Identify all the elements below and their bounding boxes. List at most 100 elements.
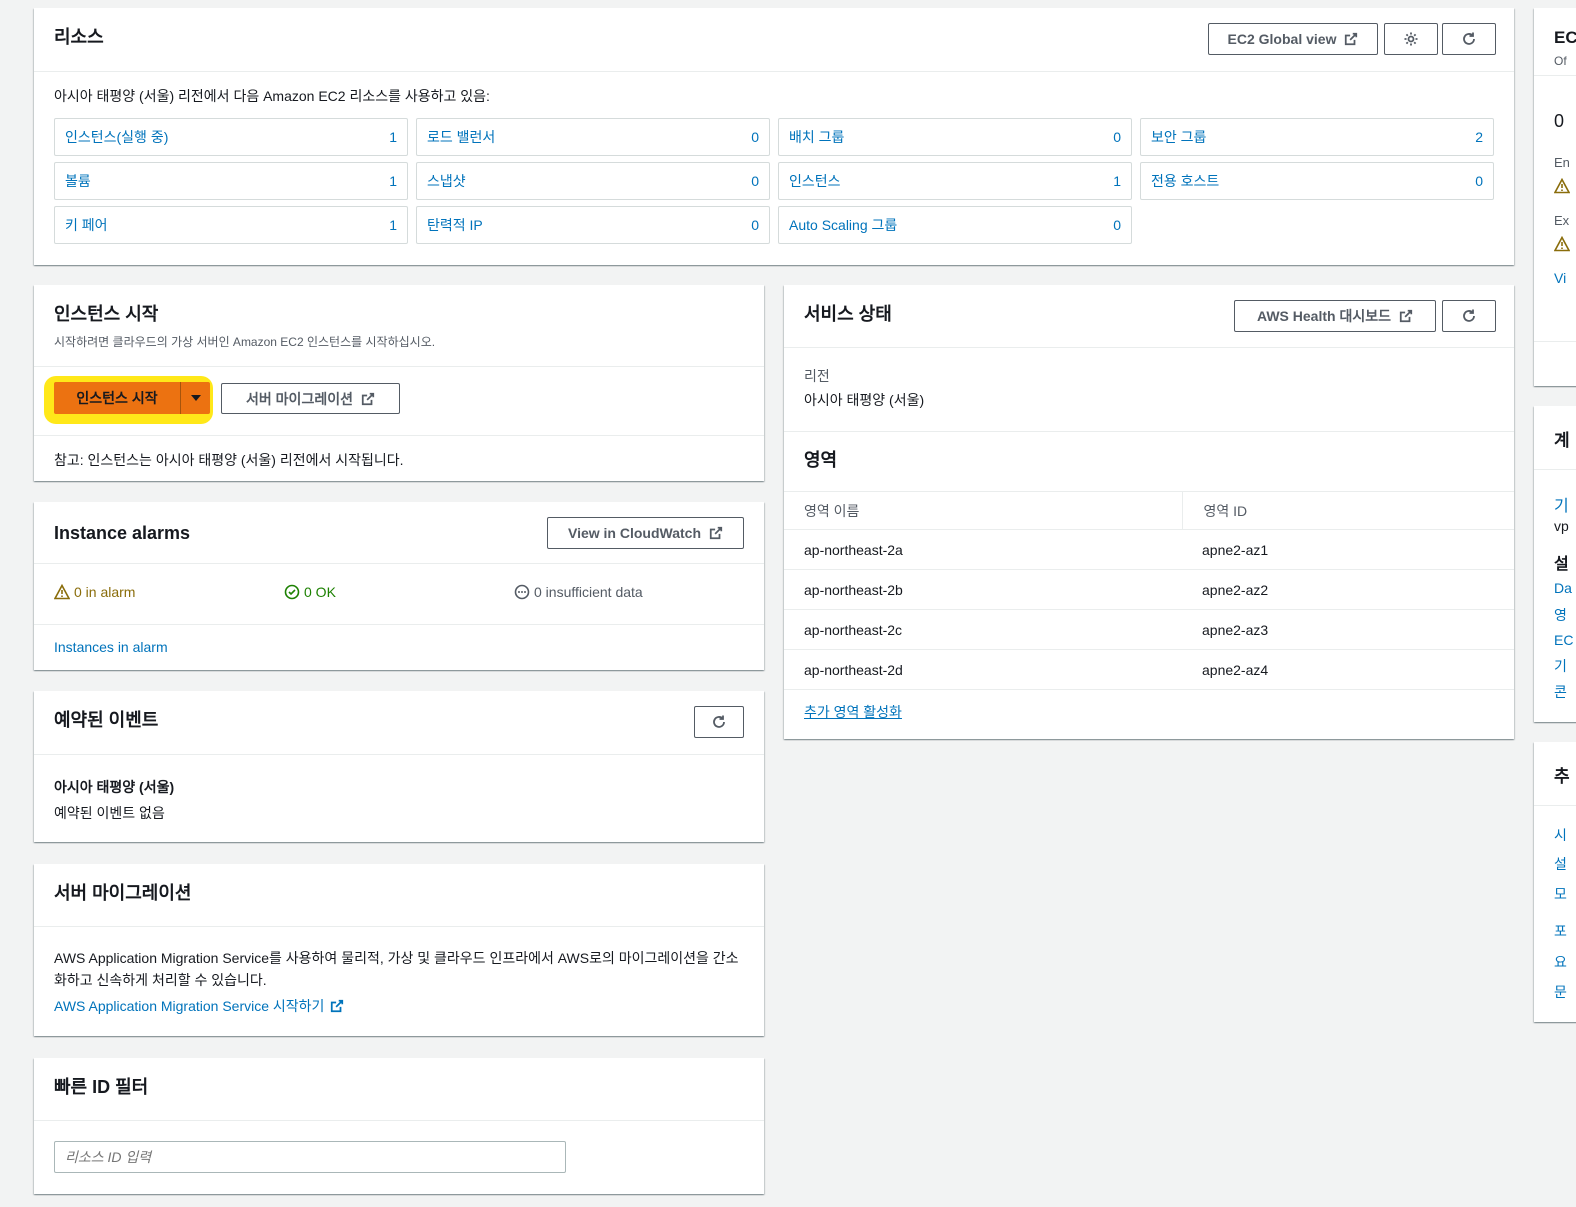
resource-tile-count[interactable]: 1 <box>389 217 397 233</box>
enable-additional-zones-link[interactable]: 추가 영역 활성화 <box>804 704 902 720</box>
health-refresh-button[interactable] <box>1442 300 1496 332</box>
migration-title: 서버 마이그레이션 <box>54 883 192 903</box>
events-region: 아시아 태평양 (서울) <box>54 779 175 795</box>
zone-row: ap-northeast-2a apne2-az1 <box>784 529 1514 570</box>
resource-tile-count[interactable]: 2 <box>1475 129 1483 145</box>
resource-tile[interactable]: 전용 호스트 0 <box>1140 162 1494 200</box>
alarm-in-alarm[interactable]: 0 in alarm <box>54 584 135 600</box>
side-yeong-link[interactable]: 영 <box>1554 605 1567 625</box>
side-vp: vp <box>1554 518 1569 534</box>
resource-tile[interactable]: Auto Scaling 그룹 0 <box>778 206 1132 244</box>
resource-tile-count[interactable]: 0 <box>1113 217 1121 233</box>
service-health-panel: 서비스 상태 AWS Health 대시보드 리전 아시아 태평양 (서울) 영… <box>784 285 1514 739</box>
migration-link-row: AWS Application Migration Service 시작하기 <box>54 996 344 1016</box>
zones-header-row: 영역 이름 영역 ID <box>784 491 1514 530</box>
resource-tile-label[interactable]: 인스턴스 <box>789 171 841 191</box>
health-title: 서비스 상태 <box>804 304 892 324</box>
resource-tile-label[interactable]: 전용 호스트 <box>1151 171 1219 191</box>
resource-tile-count[interactable]: 0 <box>751 173 759 189</box>
launch-note-text: 참고: 인스턴스는 아시아 태평양 (서울) 리전에서 시작됩니다. <box>54 452 404 468</box>
events-title: 예약된 이벤트 <box>54 710 159 730</box>
zone-id-header[interactable]: 영역 ID <box>1181 491 1514 530</box>
instances-in-alarm-link[interactable]: Instances in alarm <box>54 639 168 655</box>
resource-tile-label[interactable]: 보안 그룹 <box>1151 127 1206 147</box>
side-yo-link[interactable]: 요 <box>1554 952 1567 972</box>
side-ex: Ex <box>1554 213 1570 228</box>
launch-dropdown-button[interactable] <box>180 382 210 414</box>
side-gi2-link[interactable]: 기 <box>1554 656 1567 676</box>
side-ec-link[interactable]: EC <box>1554 632 1573 648</box>
settings-button[interactable] <box>1384 23 1438 55</box>
insufficient-text: 0 insufficient data <box>534 584 643 600</box>
check-circle-icon <box>284 584 300 600</box>
resource-tile-count[interactable]: 0 <box>751 217 759 233</box>
scheduled-events-panel: 예약된 이벤트 아시아 태평양 (서울) 예약된 이벤트 없음 <box>34 691 764 842</box>
launch-instance-panel: 인스턴스 시작 시작하려면 클라우드의 가상 서버인 Amazon EC2 인스… <box>34 285 764 481</box>
side-kon-link[interactable]: 콘 <box>1554 682 1567 702</box>
resource-tile-label[interactable]: 로드 밸런서 <box>427 127 495 147</box>
zone-id-cell: apne2-az1 <box>1182 529 1514 570</box>
resource-tile-count[interactable]: 1 <box>389 173 397 189</box>
alarm-insufficient[interactable]: 0 insufficient data <box>514 584 643 600</box>
refresh-button[interactable] <box>1442 23 1496 55</box>
external-link-icon <box>361 392 375 405</box>
resource-tile-label[interactable]: 볼륨 <box>65 171 91 191</box>
refresh-icon <box>1463 32 1475 45</box>
resource-tile[interactable]: 배치 그룹 0 <box>778 118 1132 156</box>
server-migration-button[interactable]: 서버 마이그레이션 <box>221 383 400 414</box>
side-top-sub: Of <box>1554 54 1567 68</box>
resource-tile-label[interactable]: 탄력적 IP <box>427 215 483 235</box>
side-da-link[interactable]: Da <box>1554 580 1572 596</box>
resource-tile-label[interactable]: 배치 그룹 <box>789 127 844 147</box>
zone-row: ap-northeast-2c apne2-az3 <box>784 609 1514 650</box>
resource-id-input[interactable] <box>54 1141 566 1173</box>
resource-tile-count[interactable]: 0 <box>1475 173 1483 189</box>
alarm-ok[interactable]: 0 OK <box>284 584 336 600</box>
alarms-header: Instance alarms View in CloudWatch <box>34 502 764 564</box>
side-po-link[interactable]: 포 <box>1554 921 1567 941</box>
side-mo-link[interactable]: 모 <box>1554 884 1567 904</box>
zone-name-header[interactable]: 영역 이름 <box>784 491 1182 530</box>
resource-tile-count[interactable]: 0 <box>1113 129 1121 145</box>
resource-tile[interactable]: 키 페어 1 <box>54 206 408 244</box>
resource-tile[interactable]: 탄력적 IP 0 <box>416 206 770 244</box>
aws-health-dashboard-button[interactable]: AWS Health 대시보드 <box>1234 300 1436 332</box>
resource-tile-label[interactable]: 스냅샷 <box>427 171 466 191</box>
side-panel-bottom: 추 시 설 모 포 요 문 <box>1534 742 1576 1022</box>
resource-tile[interactable]: 볼륨 1 <box>54 162 408 200</box>
resource-tile-count[interactable]: 1 <box>1113 173 1121 189</box>
resource-tile-label[interactable]: 인스턴스(실행 중) <box>65 127 168 147</box>
zone-row: ap-northeast-2b apne2-az2 <box>784 569 1514 610</box>
side-seol2-link[interactable]: 설 <box>1554 854 1567 874</box>
resource-tile-label[interactable]: Auto Scaling 그룹 <box>789 215 897 235</box>
quick-id-filter-panel: 빠른 ID 필터 <box>34 1058 764 1194</box>
side-bottom-title: 추 <box>1554 767 1570 786</box>
events-empty: 예약된 이벤트 없음 <box>54 805 165 821</box>
resource-tile[interactable]: 보안 그룹 2 <box>1140 118 1494 156</box>
view-in-cloudwatch-button[interactable]: View in CloudWatch <box>547 517 744 549</box>
side-mid-title: 계 <box>1554 431 1570 450</box>
side-vi-link[interactable]: Vi <box>1554 270 1566 286</box>
zones-section: 영역 영역 이름 영역 ID ap-northeast-2a apne2-az1 a… <box>784 431 1514 734</box>
health-region-value: 아시아 태평양 (서울) <box>804 392 925 408</box>
resource-tile[interactable]: 인스턴스 1 <box>778 162 1132 200</box>
resource-tile-label[interactable]: 키 페어 <box>65 215 108 235</box>
events-refresh-button[interactable] <box>694 706 744 738</box>
resource-tile[interactable]: 인스턴스(실행 중) 1 <box>54 118 408 156</box>
side-si-link[interactable]: 시 <box>1554 825 1567 845</box>
ec2-global-view-button[interactable]: EC2 Global view <box>1208 23 1378 55</box>
zone-id-cell: apne2-az2 <box>1182 569 1514 610</box>
resource-tile-count[interactable]: 0 <box>751 129 759 145</box>
alarms-title: Instance alarms <box>54 523 191 543</box>
resources-title: 리소스 <box>54 27 104 47</box>
resource-tile[interactable]: 로드 밸런서 0 <box>416 118 770 156</box>
resource-tile[interactable]: 스냅샷 0 <box>416 162 770 200</box>
external-link-icon <box>709 526 723 540</box>
launch-instance-button[interactable]: 인스턴스 시작 <box>54 382 180 414</box>
resource-tile-count[interactable]: 1 <box>389 129 397 145</box>
side-mun-link[interactable]: 문 <box>1554 982 1567 1002</box>
side-divider-1 <box>1534 75 1576 76</box>
migration-service-link[interactable]: AWS Application Migration Service 시작하기 <box>54 996 324 1016</box>
side-divider-2 <box>1534 341 1576 342</box>
gear-icon <box>1404 32 1418 46</box>
